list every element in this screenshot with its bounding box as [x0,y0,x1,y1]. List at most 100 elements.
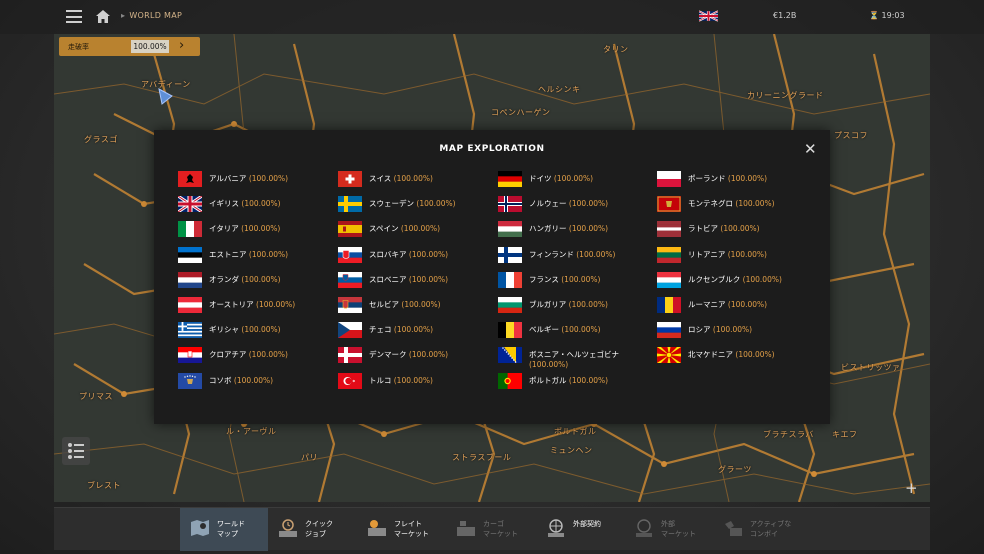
country-percent: (100.00%) [248,350,288,360]
country-name: ブルガリア [529,299,567,309]
map-label: アバディーン [141,80,191,89]
top-bar: ▸ WORLD MAP €1.2B ⏳ 19:03 [0,0,984,34]
hr-flag-icon [178,347,202,364]
country-label: ギリシャ (100.00%) [209,325,281,335]
country-label: リトアニア (100.00%) [688,250,767,260]
si-flag-icon [338,271,362,288]
country-name: ポルトガル [529,375,567,385]
zoom-in-icon[interactable]: + [905,479,918,497]
nl-flag-icon [178,271,202,288]
fi-flag-icon [498,246,522,263]
map-label: ブラチスラバ [763,430,814,439]
map-label: ミュンヘン [550,446,593,455]
nav-label: 外部契約 [573,520,601,528]
country-label: スペイン (100.00%) [369,224,440,234]
breadcrumb-current: WORLD MAP [129,11,183,20]
gr-flag-icon [178,322,202,339]
nav-quick-job-button[interactable]: クイック ジョブ [268,508,356,551]
country-percent: (100.00%) [727,174,768,183]
dialog-title: MAP EXPLORATION [439,144,545,154]
country-label: ベルギー (100.00%) [529,325,601,335]
country-label: セルビア (100.00%) [369,300,441,310]
nav-freight-market-button[interactable]: フレイト マーケット [357,508,445,551]
country-percent: (100.00%) [241,199,281,209]
country-percent: (100.00%) [256,299,296,309]
map-label: ストラスブール [452,453,512,462]
country-row: フィンランド (100.00%) [498,246,648,272]
country-row: スイス (100.00%) [338,171,488,196]
country-row: チェコ (100.00%) [338,322,488,347]
country-percent: (100.00%) [568,299,608,309]
chevron-right-icon[interactable]: › [179,38,184,53]
freight-market-icon [368,520,386,536]
nav-label: 外部 マーケット [661,520,696,538]
country-row: トルコ (100.00%) [338,372,488,398]
country-column: ポーランド (100.00%) モンテネグロ (100.00%) ラトビア (1… [657,171,807,373]
country-name: イギリス [209,199,239,209]
home-icon[interactable] [95,9,111,24]
nav-cargo-market-button[interactable]: カーゴ マーケット [446,508,534,551]
map-label: ル・アーヴル [226,427,277,436]
country-row: アルバニア (100.00%) [178,171,328,196]
dk-flag-icon [338,347,362,364]
country-row: オランダ (100.00%) [178,271,328,297]
country-label: フランス (100.00%) [529,275,600,285]
country-label: 北マケドニア (100.00%) [688,350,775,360]
country-label: クロアチア (100.00%) [209,350,288,360]
country-name: フランス [529,274,559,284]
me-flag-icon [657,196,681,213]
country-name: トルコ [369,375,392,385]
country-percent: (100.00%) [576,249,616,259]
country-percent: (100.00%) [393,174,433,183]
country-percent: (100.00%) [408,249,449,259]
country-label: ボスニア・ヘルツェゴビナ (100.00%) [529,350,639,369]
pt-flag-icon [498,372,522,389]
uk-flag-icon[interactable] [699,10,718,22]
exploration-bar[interactable]: 走破率 100.00% › [59,37,200,56]
country-label: オランダ (100.00%) [209,275,281,285]
country-percent: (100.00%) [568,224,609,234]
nav-world-map-button[interactable]: ワールド マップ [180,508,268,551]
country-row: モンテネグロ (100.00%) [657,196,807,221]
active-convoy-icon [725,521,742,536]
rs-flag-icon [338,296,362,313]
country-name: ノルウェー [529,199,567,209]
map-label: カリーニングラード [747,91,824,100]
country-percent: (100.00%) [241,224,281,234]
country-row: ルクセンブルク (100.00%) [657,271,807,297]
country-percent: (100.00%) [727,249,767,259]
country-row: スウェーデン (100.00%) [338,196,488,221]
country-name: ハンガリー [529,224,567,234]
country-label: トルコ (100.00%) [369,376,433,386]
country-percent: (100.00%) [568,199,609,209]
country-label: モンテネグロ (100.00%) [688,199,775,209]
country-label: フィンランド (100.00%) [529,250,615,260]
ba-flag-icon [498,347,522,364]
at-flag-icon [178,296,202,313]
map-legend-button[interactable] [62,437,90,465]
close-icon[interactable]: ✕ [804,140,817,158]
country-label: スウェーデン (100.00%) [369,199,456,209]
country-name: リトアニア [688,249,726,259]
menu-icon[interactable] [66,10,82,23]
country-name: フィンランド [529,249,574,259]
nav-external-market-button[interactable]: 外部 マーケット [624,508,712,551]
country-row: デンマーク (100.00%) [338,347,488,372]
country-percent: (100.00%) [416,199,456,209]
country-name: ポーランド [688,174,726,183]
country-name: スロベニア [369,274,407,284]
world-map-icon [191,520,209,536]
nav-active-convoy-button[interactable]: アクティブな コンボイ [713,508,801,551]
cargo-market-icon [457,521,475,536]
be-flag-icon [498,322,522,339]
country-name: アルバニア [209,174,247,183]
country-percent: (100.00%) [712,325,753,335]
country-name: ベルギー [529,325,559,335]
country-row: ルーマニア (100.00%) [657,296,807,322]
map-label: キエフ [832,430,858,439]
nav-external-contracts-button[interactable]: 外部契約 [536,508,624,551]
map-label: ブレスト [87,481,121,490]
map-label: グラスゴ [84,135,118,144]
country-percent: (100.00%) [561,325,601,335]
country-row: ベルギー (100.00%) [498,322,648,347]
